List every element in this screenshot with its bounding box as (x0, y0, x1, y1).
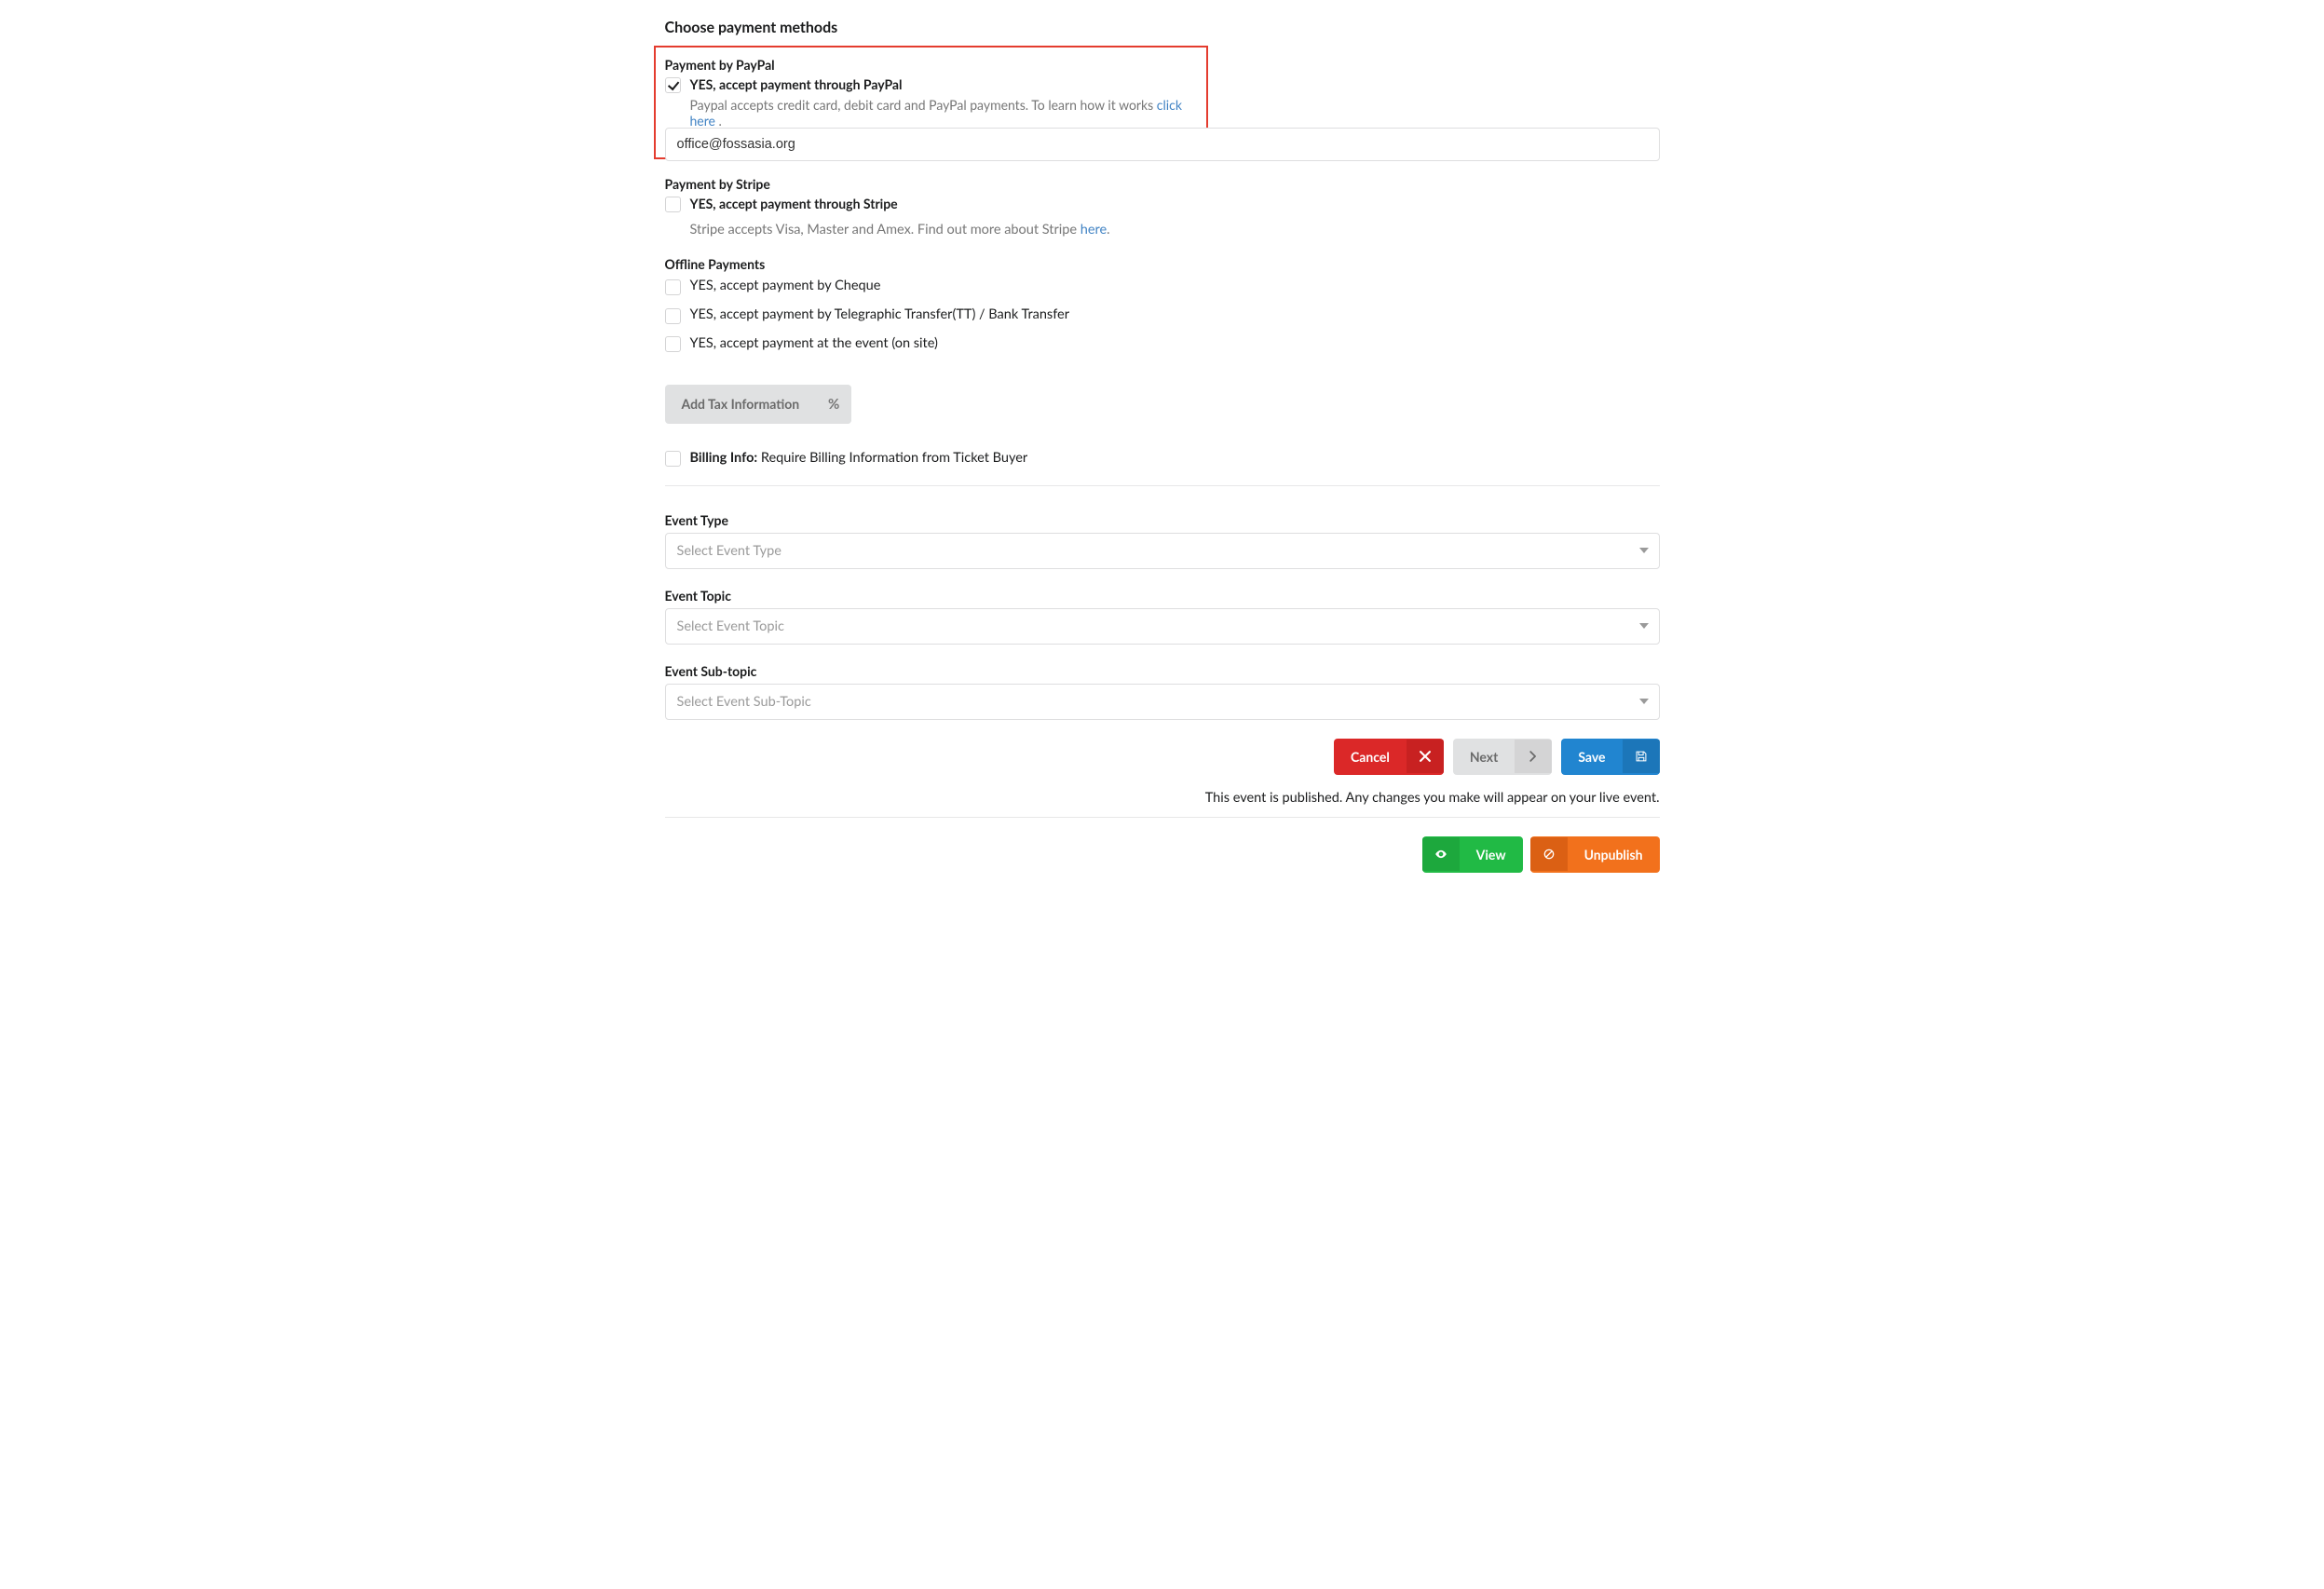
stripe-title: Payment by Stripe (665, 176, 1660, 192)
paypal-title: Payment by PayPal (665, 57, 1197, 73)
divider-2 (665, 817, 1660, 818)
eye-icon (1422, 837, 1460, 871)
cheque-label: YES, accept payment by Cheque (690, 278, 881, 295)
next-label: Next (1453, 739, 1515, 775)
paypal-checkbox-label: YES, accept payment through PayPal (690, 76, 903, 93)
view-button[interactable]: View (1422, 836, 1523, 873)
save-label: Save (1561, 739, 1622, 775)
add-tax-button[interactable]: Add Tax Information % (665, 385, 852, 424)
save-icon (1623, 740, 1660, 773)
onsite-label: YES, accept payment at the event (on sit… (690, 335, 938, 353)
stripe-description: Stripe accepts Visa, Master and Amex. Fi… (690, 222, 1660, 238)
stripe-checkbox-label: YES, accept payment through Stripe (690, 196, 898, 212)
percent-icon: % (816, 385, 851, 424)
billing-bold: Billing Info: (690, 450, 758, 466)
billing-text: Billing Info: Require Billing Informatio… (690, 450, 1028, 466)
cancel-label: Cancel (1334, 739, 1407, 775)
event-subtopic-select[interactable]: Select Event Sub-Topic (665, 684, 1660, 720)
next-button[interactable]: Next (1453, 739, 1552, 775)
onsite-checkbox[interactable] (665, 336, 681, 352)
billing-rest: Require Billing Information from Ticket … (757, 450, 1027, 466)
event-type-label: Event Type (665, 512, 1660, 528)
view-label: View (1460, 836, 1523, 873)
stripe-checkbox[interactable] (665, 197, 681, 212)
publish-status-note: This event is published. Any changes you… (665, 790, 1660, 806)
stripe-desc-prefix: Stripe accepts Visa, Master and Amex. Fi… (690, 222, 1080, 238)
tt-checkbox[interactable] (665, 308, 681, 324)
cheque-checkbox[interactable] (665, 279, 681, 295)
event-topic-select[interactable]: Select Event Topic (665, 608, 1660, 645)
paypal-desc-prefix: Paypal accepts credit card, debit card a… (690, 97, 1157, 113)
section-heading: Choose payment methods (665, 19, 1660, 36)
save-button[interactable]: Save (1561, 739, 1659, 775)
paypal-email-input[interactable] (665, 128, 1660, 161)
event-subtopic-label: Event Sub-topic (665, 663, 1660, 679)
cancel-button[interactable]: Cancel (1334, 739, 1444, 775)
stripe-desc-suffix: . (1107, 222, 1109, 238)
paypal-checkbox[interactable] (665, 77, 681, 93)
billing-checkbox[interactable] (665, 451, 681, 467)
unpublish-button[interactable]: Unpublish (1530, 836, 1660, 873)
add-tax-label: Add Tax Information (665, 385, 817, 423)
event-type-select[interactable]: Select Event Type (665, 533, 1660, 569)
offline-title: Offline Payments (665, 256, 1660, 272)
divider-1 (665, 485, 1660, 486)
stripe-learn-link[interactable]: here (1080, 222, 1107, 238)
chevron-right-icon (1515, 740, 1552, 773)
close-icon (1407, 740, 1444, 773)
unpublish-label: Unpublish (1568, 836, 1660, 873)
ban-icon (1530, 837, 1568, 871)
event-topic-label: Event Topic (665, 588, 1660, 604)
tt-label: YES, accept payment by Telegraphic Trans… (690, 306, 1069, 324)
